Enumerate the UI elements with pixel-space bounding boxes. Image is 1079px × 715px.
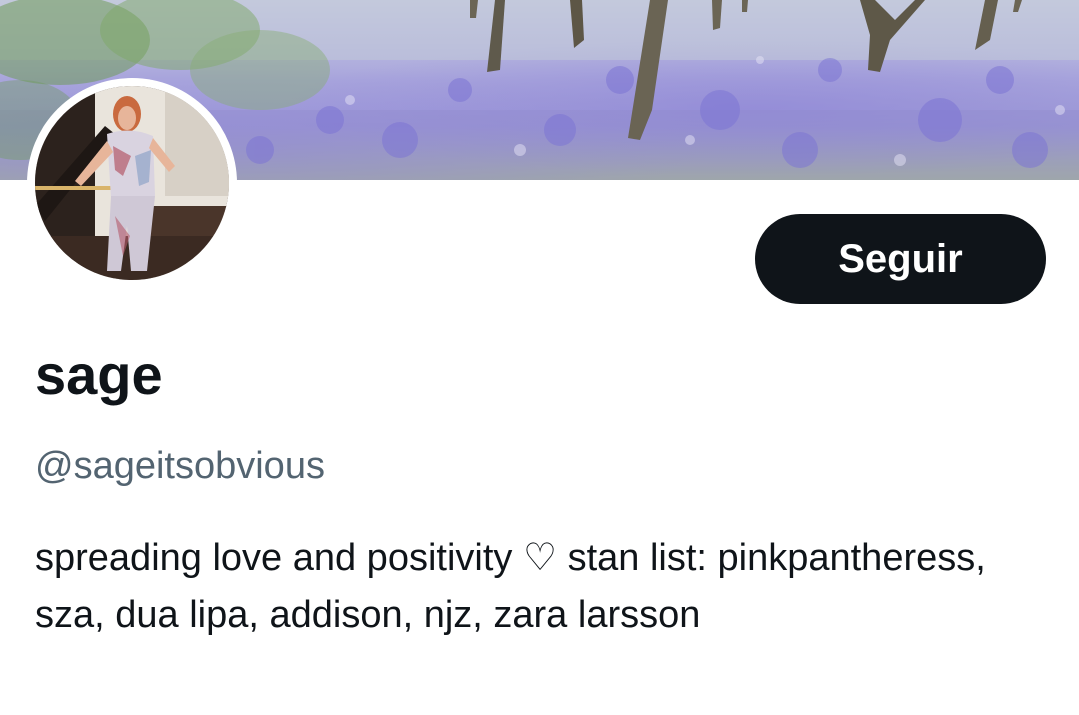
profile-page: Seguir sage @sageitsobvious spreading lo… [0,0,1079,715]
avatar-image [35,86,229,280]
profile-bio: spreading love and positivity ♡ stan lis… [35,537,986,636]
user-handle: @sageitsobvious [35,445,325,487]
follow-button[interactable]: Seguir [755,214,1046,304]
avatar[interactable] [35,86,229,280]
display-name: sage [35,343,163,406]
